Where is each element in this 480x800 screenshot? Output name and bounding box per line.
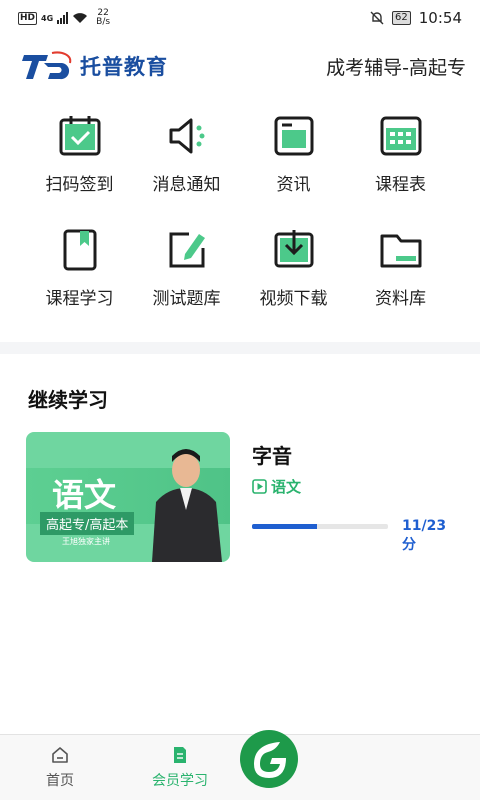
thumbnail-subtitle: 王旭独家主讲 xyxy=(62,537,110,546)
course-track-selector[interactable]: 成考辅导-高起专 xyxy=(326,53,466,80)
battery-indicator: 62 xyxy=(392,11,411,25)
grid-item-resources[interactable]: 资料库 xyxy=(347,226,454,318)
grid-label: 测试题库 xyxy=(152,289,221,309)
home-icon xyxy=(52,746,68,763)
thumbnail-tag: 高起专/高起本 xyxy=(40,512,135,535)
document-icon xyxy=(174,746,186,763)
grid-label: 扫码签到 xyxy=(45,175,114,195)
leaf-logo-button[interactable] xyxy=(238,728,300,790)
bell-off-icon xyxy=(370,11,384,25)
nav-home[interactable]: 首页 xyxy=(0,735,120,800)
signal-icon xyxy=(57,12,69,24)
course-info: 字音 语文 11/23分 xyxy=(250,432,454,562)
course-category-label: 语文 xyxy=(271,478,302,496)
course-progress-bar xyxy=(252,524,388,529)
grid-label: 消息通知 xyxy=(152,175,221,195)
nav-home-label: 首页 xyxy=(46,772,74,789)
grid-item-course-study[interactable]: 课程学习 xyxy=(26,226,133,318)
folder-window-icon xyxy=(274,116,313,156)
download-icon xyxy=(274,230,313,268)
continue-learning-title: 继续学习 xyxy=(28,388,108,412)
folder-icon xyxy=(380,234,421,268)
edit-icon xyxy=(169,232,205,268)
logo: 托普教育 xyxy=(22,49,168,83)
network-type: 4G xyxy=(41,13,54,23)
grid-item-news[interactable]: 资讯 xyxy=(240,112,347,204)
grid-label: 视频下载 xyxy=(259,289,328,309)
grid-item-scan-checkin[interactable]: 扫码签到 xyxy=(26,112,133,204)
teacher-photo-icon xyxy=(152,449,222,562)
play-square-icon xyxy=(252,479,267,494)
app-header: 托普教育 成考辅导-高起专 xyxy=(0,44,480,88)
course-category: 语文 xyxy=(252,476,301,497)
course-progress-text: 11/23分 xyxy=(402,518,447,553)
clock: 10:54 xyxy=(418,9,462,27)
course-title: 字音 xyxy=(252,444,292,468)
section-divider xyxy=(0,342,480,354)
speed-unit: B/s xyxy=(96,17,111,27)
grid-label: 课程学习 xyxy=(45,289,114,309)
calendar-grid-icon xyxy=(380,116,421,156)
calendar-check-icon xyxy=(59,116,100,156)
feature-grid: 扫码签到 消息通知 资讯 课程表 课程学习 测试题库 视频下载 资料库 xyxy=(26,112,454,318)
course-progress-fill xyxy=(252,524,317,529)
grid-item-schedule[interactable]: 课程表 xyxy=(347,112,454,204)
status-bar: HD 4G 22 B/s 62 10:54 xyxy=(0,0,480,36)
speaker-icon xyxy=(169,118,204,154)
wifi-icon xyxy=(73,13,88,23)
grid-label: 资料库 xyxy=(375,289,426,309)
grid-label: 课程表 xyxy=(375,175,426,195)
course-card[interactable]: 语文 高起专/高起本 王旭独家主讲 字音 语文 11/23分 xyxy=(26,432,454,562)
grid-item-question-bank[interactable]: 测试题库 xyxy=(133,226,240,318)
network-speed: 22 B/s xyxy=(96,9,110,27)
grid-item-video-download[interactable]: 视频下载 xyxy=(240,226,347,318)
brand-name: 托普教育 xyxy=(80,55,168,79)
nav-member-label: 会员学习 xyxy=(152,772,208,789)
grid-item-notifications[interactable]: 消息通知 xyxy=(133,112,240,204)
bookmark-book-icon xyxy=(63,229,96,271)
nav-member-study[interactable]: 会员学习 xyxy=(120,735,240,800)
grid-label: 资讯 xyxy=(276,175,311,195)
tp-logo-icon xyxy=(22,51,72,80)
thumbnail-title: 语文 xyxy=(52,476,117,514)
course-thumbnail[interactable]: 语文 高起专/高起本 王旭独家主讲 xyxy=(26,432,230,562)
hd-indicator: HD xyxy=(18,11,38,25)
